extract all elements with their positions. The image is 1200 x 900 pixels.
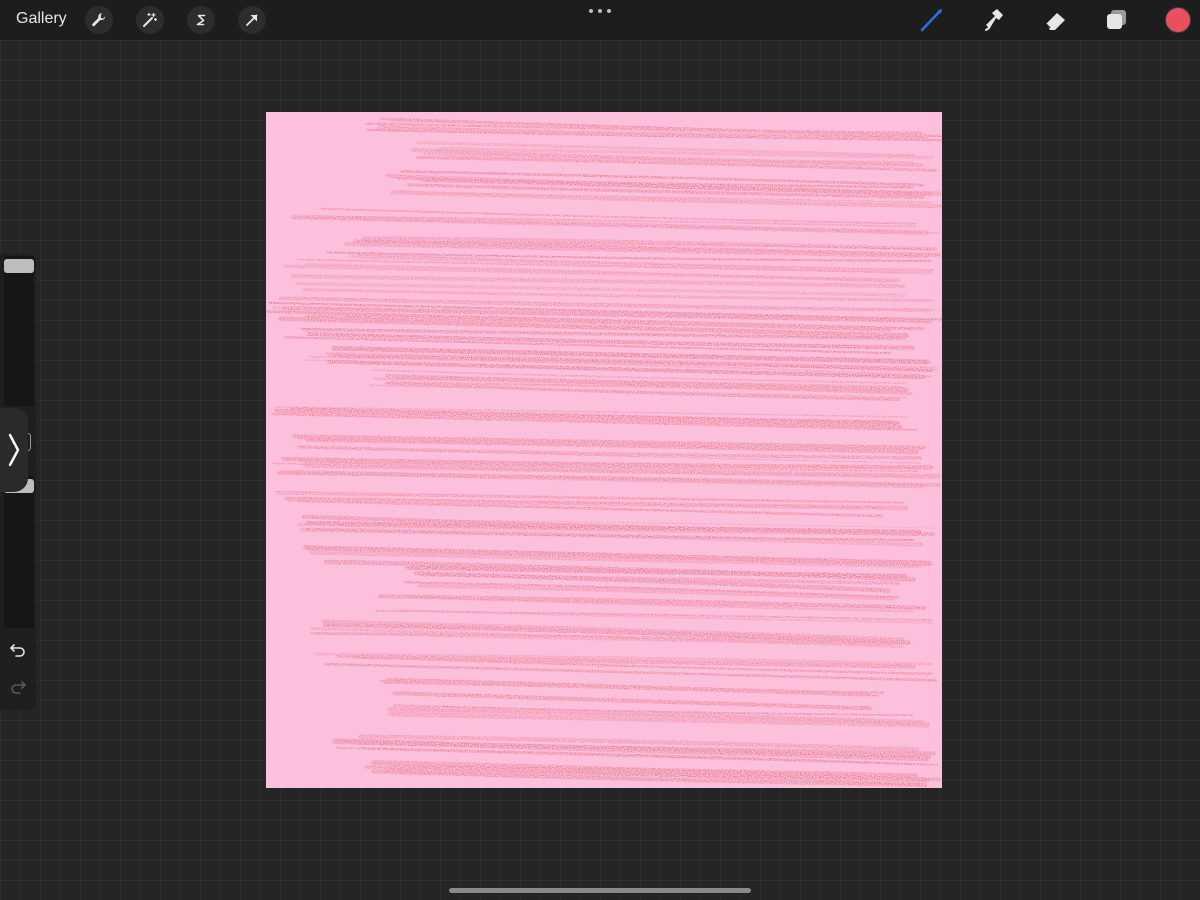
brush-size-slider-handle[interactable]: [4, 259, 34, 273]
adjustments-button[interactable]: [136, 6, 164, 34]
chevron-right-icon: [8, 433, 20, 467]
arrow-cursor-icon: [246, 14, 258, 26]
layers-icon: [1107, 10, 1126, 29]
magic-wand-icon: [143, 12, 158, 27]
undo-icon: [10, 644, 25, 657]
redo-icon: [11, 681, 26, 694]
eraser-tool-button[interactable]: [1042, 6, 1070, 34]
undo-button[interactable]: [8, 640, 28, 660]
actions-button[interactable]: [85, 6, 113, 34]
drawing-canvas[interactable]: [266, 112, 942, 788]
sidebar-toggle-button[interactable]: [0, 408, 28, 492]
home-indicator: [449, 888, 751, 893]
top-toolbar: Gallery: [0, 0, 1200, 40]
more-options-icon[interactable]: [589, 6, 611, 16]
eraser-icon: [1045, 13, 1065, 30]
selection-button[interactable]: [187, 6, 215, 34]
selection-s-icon: [196, 14, 206, 26]
brush-tool-button[interactable]: [918, 6, 946, 34]
smudge-tool-button[interactable]: [980, 6, 1008, 34]
color-picker-button[interactable]: [1166, 8, 1190, 32]
wrench-icon: [92, 13, 106, 27]
canvas-artwork: [266, 112, 942, 788]
opacity-slider[interactable]: [4, 476, 34, 628]
brush-size-slider[interactable]: [4, 256, 34, 406]
gallery-button[interactable]: Gallery: [16, 10, 67, 28]
smudge-finger-icon: [985, 9, 1003, 31]
paintbrush-icon: [920, 9, 942, 32]
redo-button[interactable]: [8, 677, 28, 697]
transform-button[interactable]: [238, 6, 266, 34]
layers-button[interactable]: [1103, 6, 1131, 34]
